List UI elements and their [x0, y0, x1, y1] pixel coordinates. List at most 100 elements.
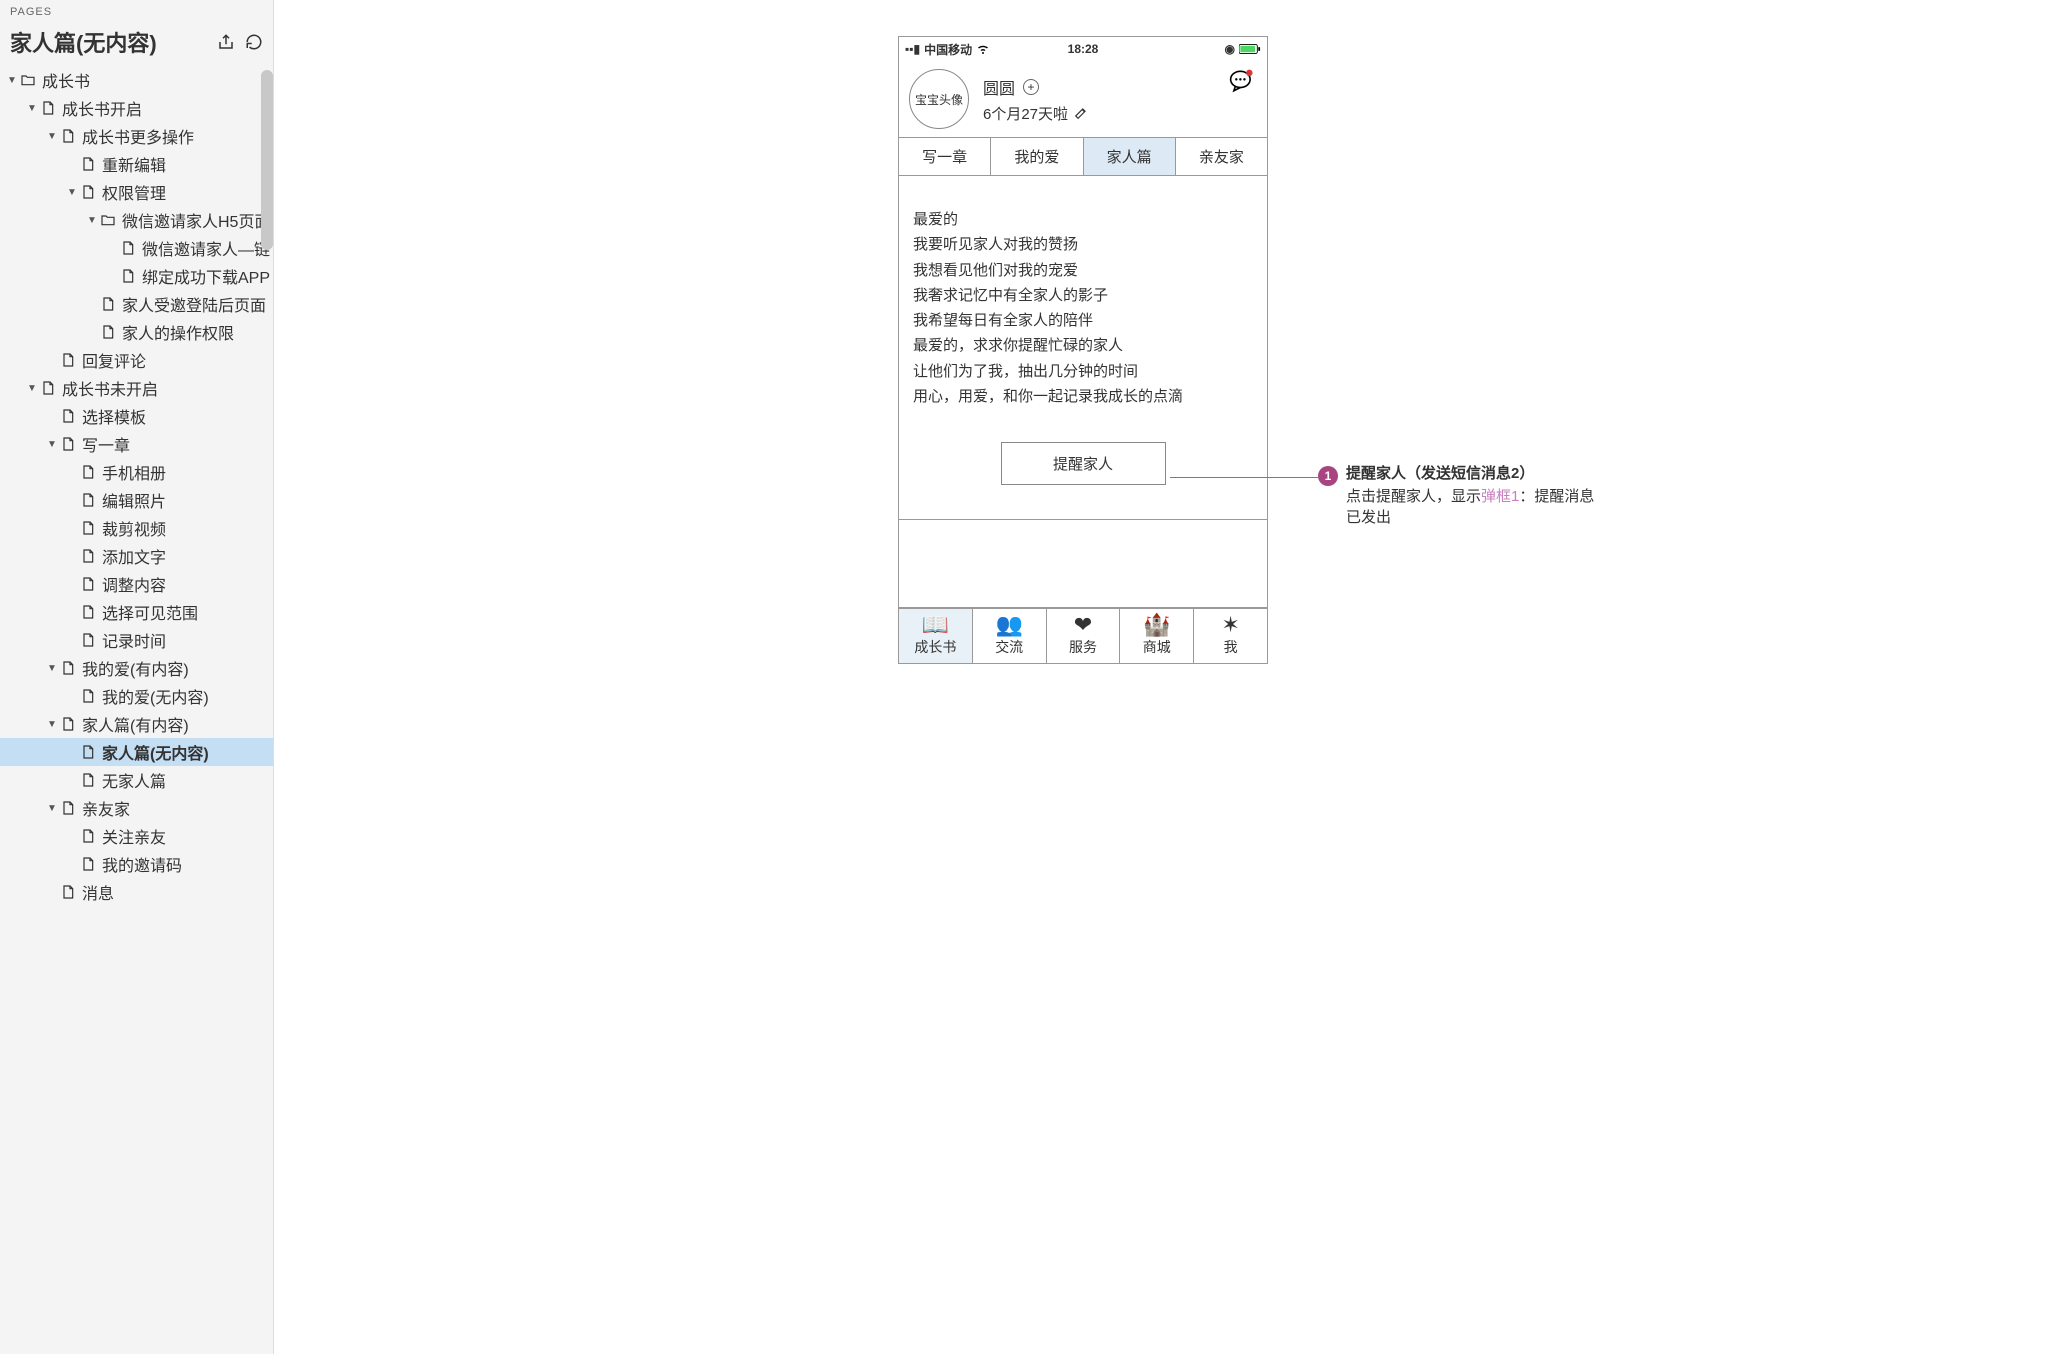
tree-item[interactable]: ▼权限管理	[0, 178, 273, 206]
tree-item-label: 写一章	[82, 432, 130, 456]
tree-item[interactable]: 编辑照片	[0, 486, 273, 514]
file-icon	[60, 660, 76, 676]
tree-item[interactable]: ▼成长书开启	[0, 94, 273, 122]
pages-label: PAGES	[10, 6, 263, 18]
tree-item[interactable]: ▼ 写一章	[0, 430, 273, 458]
file-icon	[80, 772, 96, 788]
tree-item[interactable]: 调整内容	[0, 570, 273, 598]
avatar-label: 宝宝头像	[915, 91, 963, 108]
tree-item-label: 调整内容	[102, 572, 166, 596]
tree-item[interactable]: ▼我的爱(有内容)	[0, 654, 273, 682]
chevron-icon[interactable]: ▼	[86, 215, 98, 226]
tree-item[interactable]: 添加文字	[0, 542, 273, 570]
chevron-icon[interactable]: ▼	[66, 187, 78, 198]
tree-item[interactable]: 家人受邀登陆后页面	[0, 290, 273, 318]
chevron-icon[interactable]: ▼	[6, 75, 18, 86]
tree-item[interactable]: 记录时间	[0, 626, 273, 654]
bottom-nav: 📖成长书👥交流❤服务🏰商城✶我	[899, 608, 1267, 663]
content-line: 用心，用爱，和你一起记录我成长的点滴	[913, 385, 1253, 408]
tree-item[interactable]: 家人篇(无内容)	[0, 738, 273, 766]
tree-item-label: 家人受邀登陆后页面	[122, 292, 266, 316]
tab[interactable]: 家人篇	[1084, 138, 1176, 175]
content-line: 我想看见他们对我的宠爱	[913, 259, 1253, 282]
file-icon	[80, 464, 96, 480]
chevron-icon[interactable]: ▼	[46, 439, 58, 450]
tree-item[interactable]: ▼ 成长书更多操作	[0, 122, 273, 150]
add-icon[interactable]: +	[1023, 79, 1039, 95]
nav-item[interactable]: 👥交流	[973, 609, 1047, 663]
tree-item[interactable]: ▼成长书未开启	[0, 374, 273, 402]
tree-item[interactable]: 关注亲友	[0, 822, 273, 850]
avatar[interactable]: 宝宝头像	[909, 69, 969, 129]
nav-item[interactable]: ✶我	[1194, 609, 1267, 663]
chevron-icon[interactable]: ▼	[26, 103, 38, 114]
file-icon	[40, 380, 56, 396]
chat-icon[interactable]	[1229, 69, 1255, 93]
tree-item[interactable]: 绑定成功下载APP	[0, 262, 273, 290]
scrollbar-thumb[interactable]	[261, 70, 273, 250]
tree-item-label: 成长书更多操作	[82, 124, 194, 148]
nav-label: 成长书	[899, 637, 972, 657]
chevron-icon[interactable]: ▼	[46, 131, 58, 142]
tree-item-label: 家人的操作权限	[122, 320, 234, 344]
annotation-badge: 1	[1318, 466, 1338, 486]
chevron-icon[interactable]: ▼	[26, 383, 38, 394]
annotation-text: 提醒家人（发送短信消息2） 点击提醒家人，显示弹框1：提醒消息已发出	[1346, 463, 1606, 528]
nav-item[interactable]: ❤服务	[1047, 609, 1121, 663]
tab[interactable]: 我的爱	[991, 138, 1083, 175]
chevron-icon[interactable]: ▼	[46, 663, 58, 674]
tree-item[interactable]: ▼家人篇(有内容)	[0, 710, 273, 738]
chevron-icon[interactable]: ▼	[46, 803, 58, 814]
annotation-title: 提醒家人（发送短信消息2）	[1346, 463, 1606, 484]
tree-item[interactable]: 选择模板	[0, 402, 273, 430]
nav-item[interactable]: 🏰商城	[1120, 609, 1194, 663]
tree-item[interactable]: 无家人篇	[0, 766, 273, 794]
nav-icon: 🏰	[1120, 613, 1193, 637]
canvas: ▪▪▮ 中国移动 18:28 ◉ 宝宝头像	[274, 0, 2064, 1354]
file-icon	[80, 632, 96, 648]
tree-item[interactable]: 我的邀请码	[0, 850, 273, 878]
edit-icon[interactable]	[1074, 106, 1088, 120]
tree-item[interactable]: 微信邀请家人—链	[0, 234, 273, 262]
tree-item[interactable]: 消息	[0, 878, 273, 906]
sidebar: PAGES 家人篇(无内容) ▼成长书▼成长书开启▼成长书更多操作重新编辑▼权限…	[0, 0, 274, 1354]
nav-label: 商城	[1120, 637, 1193, 657]
tree-item[interactable]: 裁剪视频	[0, 514, 273, 542]
tree-item-label: 回复评论	[82, 348, 146, 372]
tree-item[interactable]: 家人的操作权限	[0, 318, 273, 346]
tree-item-label: 裁剪视频	[102, 516, 166, 540]
tree-item[interactable]: 我的爱(无内容)	[0, 682, 273, 710]
file-icon	[120, 268, 136, 284]
nav-icon: 📖	[899, 613, 972, 637]
file-icon	[80, 856, 96, 872]
tree-item[interactable]: 手机相册	[0, 458, 273, 486]
chevron-icon[interactable]: ▼	[46, 719, 58, 730]
file-icon	[80, 492, 96, 508]
tree-item[interactable]: ▼成长书	[0, 66, 273, 94]
refresh-icon[interactable]	[245, 33, 263, 51]
tree-item[interactable]: 回复评论	[0, 346, 273, 374]
profile-row: 宝宝头像 圆圆 + 6个月27天啦	[899, 61, 1267, 137]
tree-item[interactable]: 重新编辑	[0, 150, 273, 178]
tab[interactable]: 写一章	[899, 138, 991, 175]
content-line: 最爱的	[913, 208, 1253, 231]
carrier-label: 中国移动	[924, 41, 972, 58]
nav-label: 服务	[1047, 637, 1120, 657]
page-tree[interactable]: ▼成长书▼成长书开启▼成长书更多操作重新编辑▼权限管理▼微信邀请家人H5页面微信…	[0, 64, 273, 1354]
file-icon	[80, 156, 96, 172]
tree-item[interactable]: ▼微信邀请家人H5页面	[0, 206, 273, 234]
remind-family-button[interactable]: 提醒家人	[1001, 442, 1166, 485]
file-icon	[80, 744, 96, 760]
tree-item[interactable]: ▼ 亲友家	[0, 794, 273, 822]
tree-item-label: 亲友家	[82, 796, 130, 820]
share-icon[interactable]	[217, 33, 235, 51]
tree-item-label: 手机相册	[102, 460, 166, 484]
nav-item[interactable]: 📖成长书	[899, 609, 973, 663]
content-line: 我希望每日有全家人的陪伴	[913, 309, 1253, 332]
tree-item-label: 微信邀请家人—链	[142, 236, 270, 260]
tree-item[interactable]: 选择可见范围	[0, 598, 273, 626]
profile-name: 圆圆	[983, 75, 1015, 99]
annotation-link[interactable]: 弹框1	[1481, 488, 1519, 505]
tab[interactable]: 亲友家	[1176, 138, 1267, 175]
content-block: 最爱的我要听见家人对我的赞扬我想看见他们对我的宠爱我奢求记忆中有全家人的影子我希…	[899, 176, 1267, 520]
